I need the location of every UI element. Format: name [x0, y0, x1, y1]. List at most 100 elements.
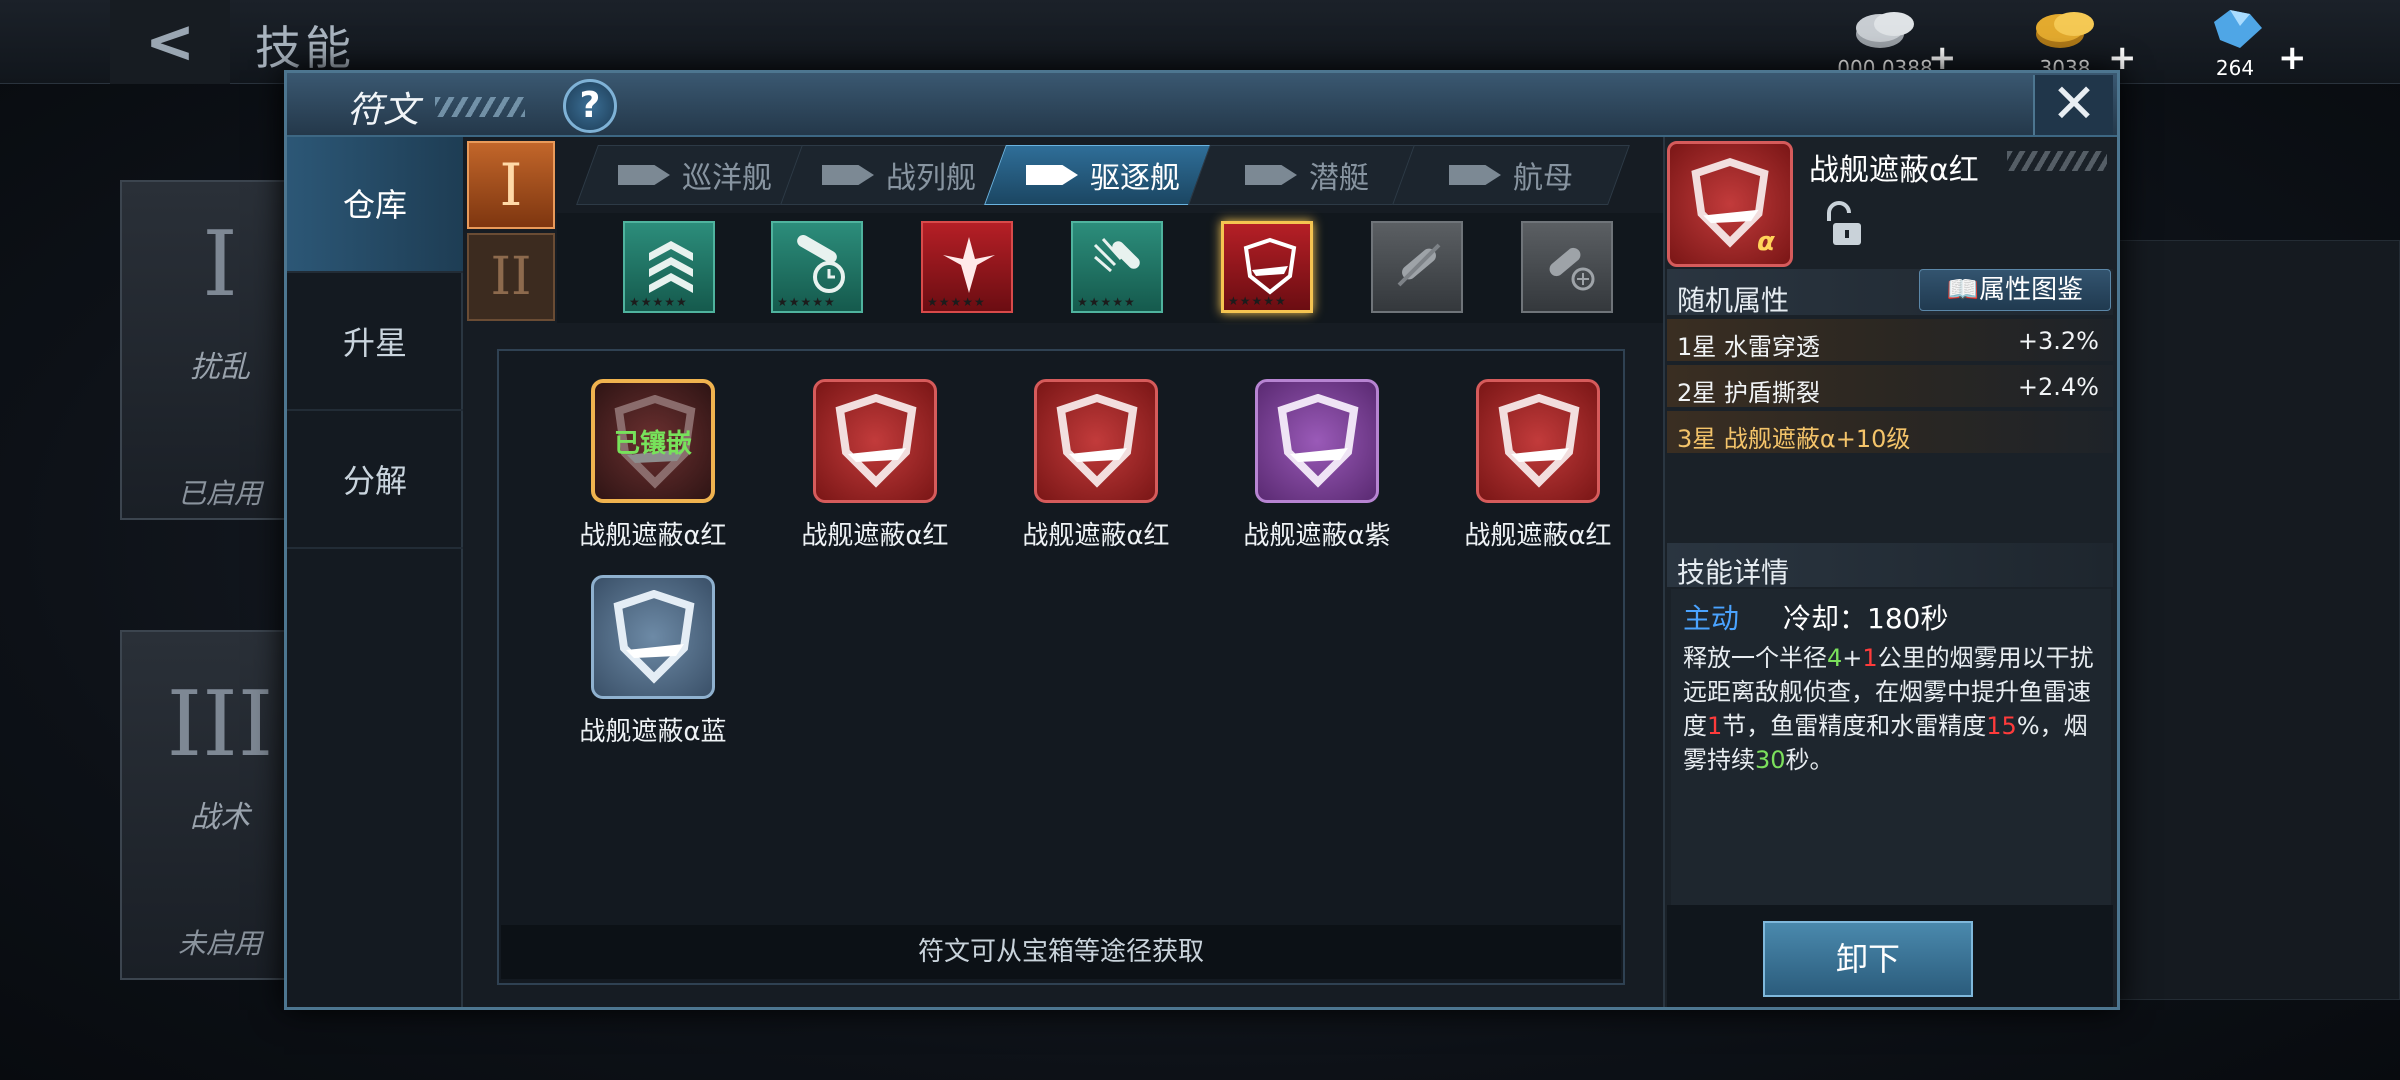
ship-tab-label: 潜艇 [1309, 161, 1369, 196]
skill-slot-7[interactable] [1521, 221, 1613, 313]
atlas-label: 属性图鉴 [1979, 275, 2084, 305]
source-hint: 符文可从宝箱等途径获取 [501, 925, 1621, 979]
skill-cooldown: 冷却：180秒 [1783, 602, 1949, 635]
rune-name: 战舰遮蔽α红 [1464, 521, 1612, 551]
ship-tab-label: 驱逐舰 [1090, 161, 1180, 196]
attr-label: 1星 水雷穿透 [1677, 333, 1820, 361]
skill-detail-title: 技能详情 [1677, 556, 1790, 589]
ship-shield-icon [1056, 394, 1138, 488]
page-title: 技能 [255, 21, 355, 75]
rune-name: 战舰遮蔽α紫 [1243, 521, 1391, 551]
gold-coins-icon [2036, 12, 2094, 48]
alpha-badge: α [1757, 227, 1775, 257]
bg-panel [2118, 240, 2400, 1000]
burst-icon [943, 237, 995, 293]
rune-item[interactable]: 战舰遮蔽α红 [769, 379, 959, 559]
locked-torpedo-target-icon [1549, 247, 1595, 291]
side-tabs: 仓库 升星 分解 [287, 137, 463, 1007]
random-attr-title: 随机属性 [1677, 284, 1790, 317]
close-icon: ✕ [2051, 72, 2097, 135]
star-row: ★★★★★ [777, 295, 836, 309]
rune-name: 战舰遮蔽α红 [1022, 521, 1170, 551]
diamond-icon [2214, 10, 2262, 48]
unequip-button[interactable]: 卸下 [1763, 921, 1973, 997]
cruiser-icon [618, 165, 670, 185]
skill-slot-5[interactable]: ★★★★★ [1221, 221, 1313, 313]
skill-type: 主动 [1683, 602, 1740, 635]
torpedo-spray-icon [1093, 237, 1140, 273]
rune-name: 战舰遮蔽α红 [579, 521, 727, 551]
ship-tab-label: 航母 [1513, 161, 1573, 196]
close-button[interactable]: ✕ [2033, 75, 2113, 135]
ship-tab-label: 巡洋舰 [682, 161, 772, 196]
ship-tab-destroyer[interactable]: 驱逐舰 [984, 145, 1222, 205]
skill-slot-1[interactable]: ★★★★★ [623, 221, 715, 313]
selected-rune-name: 战舰遮蔽α红 [1809, 153, 1979, 188]
torpedo-clock-icon [797, 235, 845, 293]
skill-slot-3[interactable]: ★★★★★ [921, 221, 1013, 313]
ship-tab-carrier[interactable]: 航母 [1392, 145, 1630, 205]
ship-tab-battleship[interactable]: 战列舰 [780, 145, 1018, 205]
diamond-resource[interactable]: + 264 [2160, 4, 2320, 80]
rune-item[interactable]: 战舰遮蔽α红 [1432, 379, 1622, 559]
rune-item[interactable]: 战舰遮蔽α紫 [1211, 379, 1401, 559]
attr-value: +2.4% [2017, 373, 2099, 401]
ship-tab-cruiser[interactable]: 巡洋舰 [576, 145, 814, 205]
ship-shield-icon [1498, 394, 1580, 488]
rune-dialog: 符文 ? ✕ 仓库 升星 分解 I II 巡洋舰 战列舰 驱逐舰 潜艇 航母 ★… [284, 70, 2120, 1010]
attr-row: 3星 战舰遮蔽α+10级 [1667, 411, 2113, 453]
star-row: ★★★★★ [1228, 294, 1287, 308]
ship-tab-submarine[interactable]: 潜艇 [1188, 145, 1426, 205]
back-button[interactable]: < [110, 0, 230, 84]
rune-item[interactable]: 战舰遮蔽α红 [990, 379, 1180, 559]
locked-torpedo-icon [1397, 243, 1441, 287]
tab-star-up[interactable]: 升星 [287, 275, 463, 411]
attr-row: 2星 护盾撕裂 +2.4% [1667, 365, 2113, 407]
tier-tab-2[interactable]: II [467, 233, 555, 321]
skill-slot-4[interactable]: ★★★★★ [1071, 221, 1163, 313]
ship-tab-label: 战列舰 [886, 161, 976, 196]
attr-label: 2星 护盾撕裂 [1677, 379, 1820, 407]
header-stripes [2007, 151, 2107, 171]
silver-coins-icon [1856, 12, 1914, 48]
unlock-icon[interactable] [1817, 201, 1867, 251]
ship-shield-icon [835, 394, 917, 488]
star-row: ★★★★★ [1077, 295, 1136, 309]
tier-tab-1[interactable]: I [467, 141, 555, 229]
rune-name: 战舰遮蔽α蓝 [579, 717, 727, 747]
dialog-title: 符文 [347, 90, 420, 131]
rune-tile [1476, 379, 1600, 503]
help-button[interactable]: ? [563, 79, 617, 133]
dialog-header [287, 73, 2117, 137]
chevron-left-icon: < [144, 7, 196, 77]
battleship-icon [822, 165, 874, 185]
skill-description: 释放一个半径4+1公里的烟雾用以干扰远距离敌舰侦查，在烟雾中提升鱼雷速度1节，鱼… [1683, 644, 2094, 774]
destroyer-icon [1026, 165, 1078, 185]
attr-atlas-button[interactable]: 📖属性图鉴 [1919, 269, 2111, 311]
rune-name: 战舰遮蔽α红 [801, 521, 949, 551]
book-icon: 📖 [1946, 275, 1980, 305]
silver-resource[interactable]: + 000 0388 [1810, 4, 1970, 80]
equipped-tag: 已镶嵌 [613, 429, 692, 459]
star-row: ★★★★★ [629, 295, 688, 309]
attr-label: 3星 战舰遮蔽α+10级 [1677, 425, 1911, 453]
tab-warehouse[interactable]: 仓库 [287, 137, 463, 273]
diamond-value: 264 [2215, 56, 2255, 80]
ship-shield-icon [1277, 394, 1359, 488]
ship-shield-icon [1243, 237, 1297, 295]
attr-row: 1星 水雷穿透 +3.2% [1667, 319, 2113, 361]
rune-item[interactable]: 战舰遮蔽α蓝 [547, 575, 737, 755]
rune-tile [1255, 379, 1379, 503]
submarine-icon [1245, 165, 1297, 185]
rune-tile [1034, 379, 1158, 503]
rune-tile [591, 575, 715, 699]
carrier-icon [1449, 165, 1501, 185]
rune-item[interactable]: 已镶嵌 战舰遮蔽α红 [547, 379, 737, 559]
header-stripes [435, 97, 525, 117]
star-row: ★★★★★ [927, 295, 986, 309]
gold-resource[interactable]: + 3038 [1990, 4, 2150, 80]
skill-slot-6[interactable] [1371, 221, 1463, 313]
tab-decompose[interactable]: 分解 [287, 413, 463, 549]
skill-slot-2[interactable]: ★★★★★ [771, 221, 863, 313]
rune-tile [813, 379, 937, 503]
